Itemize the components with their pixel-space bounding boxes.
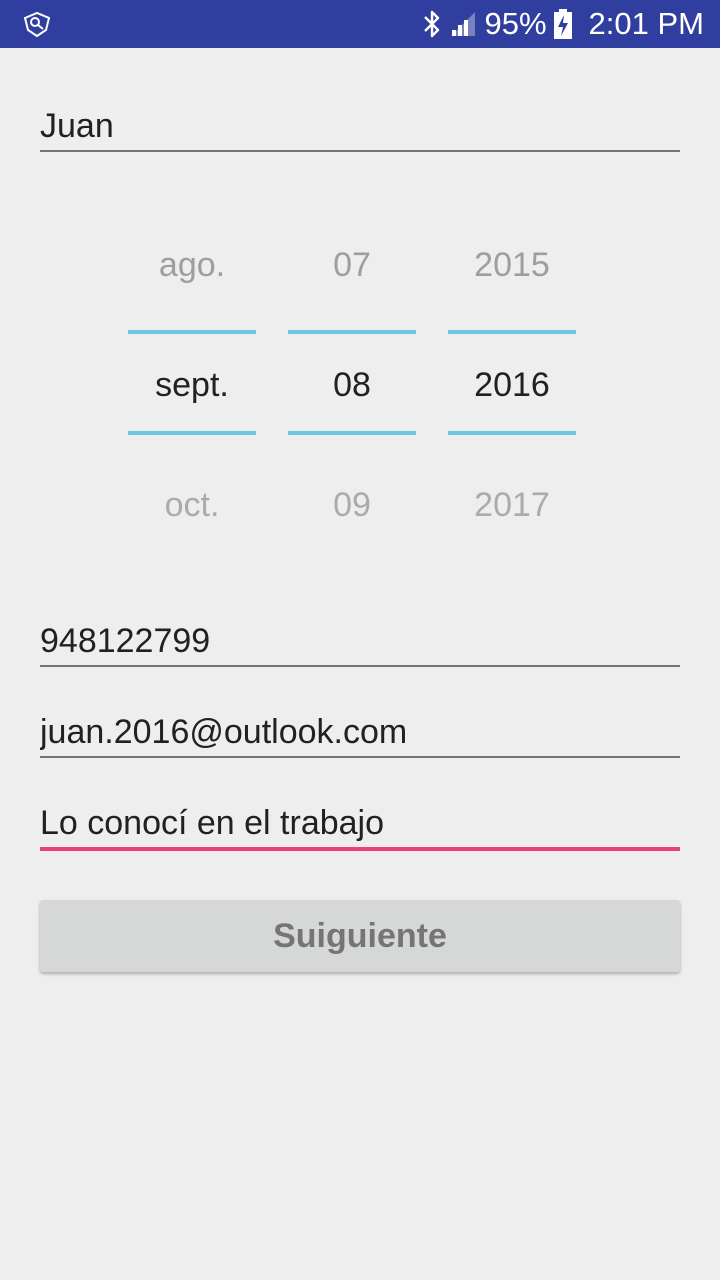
next-button[interactable]: Suiguiente xyxy=(40,900,680,972)
picker-divider xyxy=(128,330,256,334)
battery-charging-icon xyxy=(553,8,573,40)
month-spinner[interactable]: ago. sept. oct. xyxy=(128,200,256,560)
month-prev-value[interactable]: ago. xyxy=(128,245,256,285)
picker-divider xyxy=(288,431,416,435)
status-bar: 95% 2:01 PM xyxy=(0,0,720,48)
year-next-value[interactable]: 2017 xyxy=(448,485,576,525)
month-next-value[interactable]: oct. xyxy=(128,485,256,525)
picker-divider xyxy=(288,330,416,334)
signal-icon xyxy=(449,10,477,38)
bluetooth-icon xyxy=(421,9,443,39)
day-prev-value[interactable]: 07 xyxy=(288,245,416,285)
battery-percent: 95% xyxy=(484,6,547,41)
picker-divider xyxy=(448,330,576,334)
name-field[interactable]: Juan xyxy=(40,102,680,152)
date-picker[interactable]: ago. sept. oct. 07 08 09 2015 2016 2017 xyxy=(128,200,576,560)
notification-app-icon xyxy=(22,10,52,38)
day-selected-value[interactable]: 08 xyxy=(288,365,416,405)
day-next-value[interactable]: 09 xyxy=(288,485,416,525)
clock: 2:01 PM xyxy=(588,6,704,41)
picker-divider xyxy=(448,431,576,435)
month-selected-value[interactable]: sept. xyxy=(128,365,256,405)
year-spinner[interactable]: 2015 2016 2017 xyxy=(448,200,576,560)
phone-field[interactable]: 948122799 xyxy=(40,617,680,667)
description-field[interactable]: Lo conocí en el trabajo xyxy=(40,799,680,851)
picker-divider xyxy=(128,431,256,435)
day-spinner[interactable]: 07 08 09 xyxy=(288,200,416,560)
year-prev-value[interactable]: 2015 xyxy=(448,245,576,285)
email-field[interactable]: juan.2016@outlook.com xyxy=(40,708,680,758)
year-selected-value[interactable]: 2016 xyxy=(448,365,576,405)
